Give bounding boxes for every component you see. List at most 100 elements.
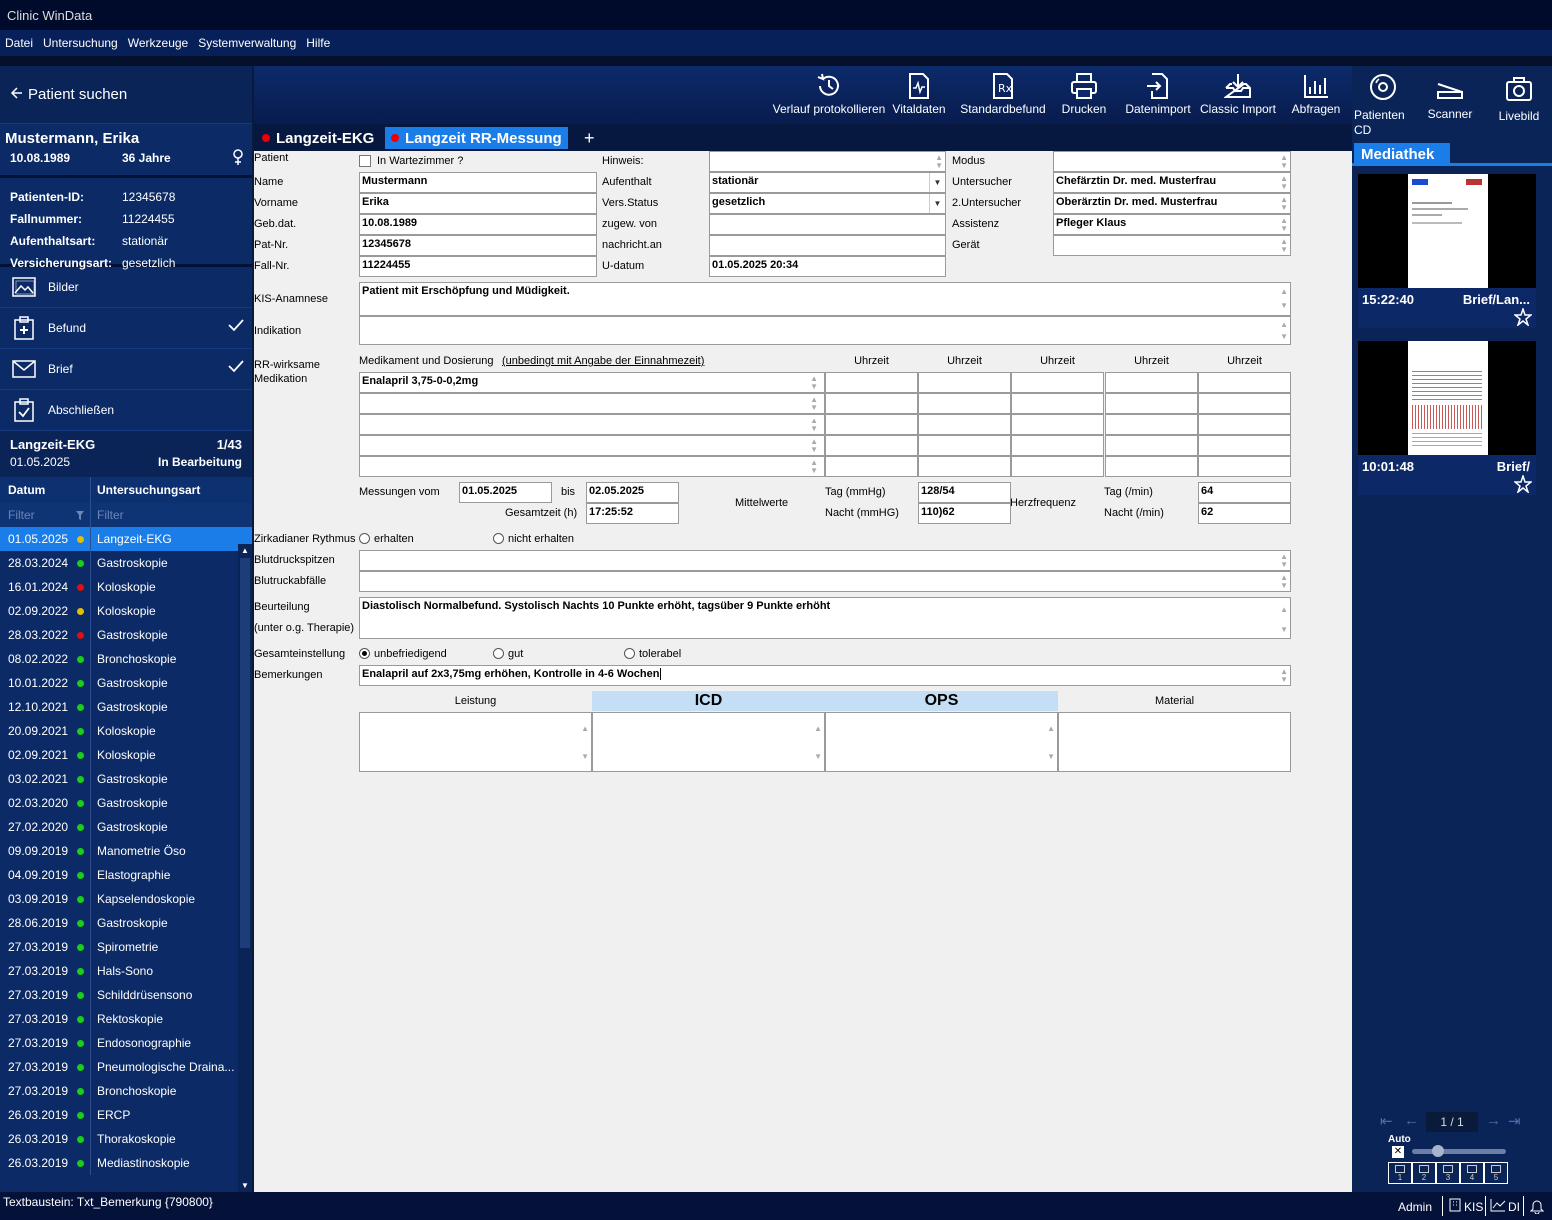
indikation-field[interactable]: ▲ ▼ (359, 316, 1291, 345)
messung-bis-field[interactable]: 02.05.2025 (586, 482, 679, 503)
classic-import-button[interactable]: Classic Import (1198, 66, 1278, 124)
bemerkungen-field[interactable]: Enalapril auf 2x3,75mg erhöhen, Kontroll… (359, 665, 1291, 686)
medication-field[interactable]: ▲ ▼ (359, 393, 825, 414)
col-untersuchungsart[interactable]: Untersuchungsart (90, 477, 252, 503)
untersucher-field[interactable]: Chefärztin Dr. med. Musterfrau ▲ ▼ (1053, 172, 1291, 193)
wartezimmer-checkbox[interactable] (359, 155, 371, 167)
layout-slot[interactable]: 5 (1484, 1162, 1508, 1184)
tag-min-field[interactable]: 64 (1198, 482, 1291, 503)
uhrzeit-field[interactable] (1198, 393, 1291, 414)
radio-gut[interactable]: gut (493, 648, 523, 660)
patienten-cd-button[interactable]: Patienten CD (1354, 66, 1410, 138)
table-row[interactable]: 20.09.2021 Koloskopie (0, 719, 252, 743)
auto-slider[interactable] (1412, 1149, 1506, 1154)
untersucher2-field[interactable]: Oberärztin Dr. med. Musterfrau ▲ ▼ (1053, 193, 1291, 214)
table-row[interactable]: 01.05.2025 Langzeit-EKG (0, 527, 252, 551)
tag-mmhg-field[interactable]: 128/54 (918, 482, 1011, 503)
menu-untersuchung[interactable]: Untersuchung (43, 30, 118, 56)
livebild-button[interactable]: Livebild (1490, 66, 1548, 138)
patient-search-button[interactable]: Patient suchen (0, 66, 252, 124)
nachricht-field[interactable] (709, 235, 946, 256)
versstatus-select[interactable]: gesetzlich ▼ (709, 193, 946, 214)
gebdat-field[interactable]: 10.08.1989 (359, 214, 597, 235)
medication-field[interactable]: ▲ ▼ (359, 456, 825, 477)
table-row[interactable]: 27.02.2020 Gastroskopie (0, 815, 252, 839)
table-row[interactable]: 03.02.2021 Gastroskopie (0, 767, 252, 791)
uhrzeit-field[interactable] (1011, 456, 1104, 477)
drucken-button[interactable]: Drucken (1060, 66, 1108, 124)
nav-brief[interactable]: Brief (0, 349, 252, 390)
fallnr-field[interactable]: 11224455 (359, 256, 597, 277)
ops-field[interactable]: ▲ ▼ (825, 712, 1058, 772)
nacht-mmhg-field[interactable]: 110)62 (918, 503, 1011, 524)
medication-field[interactable]: ▲ ▼ (359, 435, 825, 456)
uhrzeit-field[interactable] (1198, 435, 1291, 456)
table-row[interactable]: 27.03.2019 Hals-Sono (0, 959, 252, 983)
table-row[interactable]: 02.03.2020 Gastroskopie (0, 791, 252, 815)
first-page-icon[interactable]: ⇤ (1380, 1112, 1393, 1130)
layout-slot[interactable]: 2 (1412, 1162, 1436, 1184)
bell-icon[interactable] (1529, 1198, 1545, 1217)
uhrzeit-field[interactable] (1011, 435, 1104, 456)
nacht-min-field[interactable]: 62 (1198, 503, 1291, 524)
table-row[interactable]: 03.09.2019 Kapselendoskopie (0, 887, 252, 911)
radio-tolerabel[interactable]: tolerabel (624, 648, 681, 660)
media-item[interactable]: 15:22:40 Brief/Lan... (1358, 174, 1536, 328)
filter-icon[interactable] (70, 510, 90, 520)
layout-slot[interactable]: 1 (1388, 1162, 1412, 1184)
table-row[interactable]: 27.03.2019 Pneumologische Draina... (0, 1055, 252, 1079)
chevron-down-icon[interactable]: ▼ (929, 173, 945, 192)
uhrzeit-field[interactable] (1105, 435, 1198, 456)
icd-field[interactable]: ▲ ▼ (592, 712, 825, 772)
uhrzeit-field[interactable] (918, 435, 1011, 456)
radio-nicht-erhalten[interactable]: nicht erhalten (493, 533, 574, 545)
tab-mediathek[interactable]: Mediathek (1354, 143, 1450, 166)
table-row[interactable]: 12.10.2021 Gastroskopie (0, 695, 252, 719)
hinweis-field[interactable]: ▲ ▼ (709, 151, 946, 172)
prev-page-icon[interactable]: ← (1404, 1112, 1419, 1129)
chevron-down-icon[interactable]: ▼ (929, 194, 945, 213)
table-row[interactable]: 28.03.2022 Gastroskopie (0, 623, 252, 647)
messung-von-field[interactable]: 01.05.2025 (459, 482, 552, 503)
table-row[interactable]: 02.09.2021 Koloskopie (0, 743, 252, 767)
table-row[interactable]: 26.03.2019 Mediastinoskopie (0, 1151, 252, 1175)
table-row[interactable]: 02.09.2022 Koloskopie (0, 599, 252, 623)
type-filter-input[interactable]: Filter (90, 503, 252, 527)
layout-slot[interactable]: 3 (1436, 1162, 1460, 1184)
table-row[interactable]: 10.01.2022 Gastroskopie (0, 671, 252, 695)
scroll-down-icon[interactable]: ▼ (241, 1181, 249, 1190)
uhrzeit-field[interactable] (1105, 414, 1198, 435)
date-filter-input[interactable]: Filter (0, 508, 70, 522)
table-row[interactable]: 28.03.2024 Gastroskopie (0, 551, 252, 575)
uhrzeit-field[interactable] (918, 414, 1011, 435)
assistenz-field[interactable]: Pfleger Klaus ▲ ▼ (1053, 214, 1291, 235)
geraet-field[interactable]: ▲ ▼ (1053, 235, 1291, 256)
table-row[interactable]: 04.09.2019 Elastographie (0, 863, 252, 887)
table-row[interactable]: 28.06.2019 Gastroskopie (0, 911, 252, 935)
table-row[interactable]: 27.03.2019 Rektoskopie (0, 1007, 252, 1031)
last-page-icon[interactable]: ⇥ (1508, 1112, 1521, 1130)
uhrzeit-field[interactable] (825, 456, 918, 477)
blutdruckabfaelle-field[interactable]: ▲ ▼ (359, 571, 1291, 592)
uhrzeit-field[interactable] (918, 372, 1011, 393)
leistung-field[interactable]: ▲ ▼ (359, 712, 592, 772)
abfragen-button[interactable]: Abfragen (1288, 66, 1344, 124)
uhrzeit-field[interactable] (1198, 456, 1291, 477)
uhrzeit-field[interactable] (918, 456, 1011, 477)
table-row[interactable]: 27.03.2019 Spirometrie (0, 935, 252, 959)
table-row[interactable]: 09.09.2019 Manometrie Öso (0, 839, 252, 863)
uhrzeit-field[interactable] (918, 393, 1011, 414)
list-scrollbar[interactable]: ▲ ▼ (238, 544, 252, 1192)
uhrzeit-field[interactable] (1011, 414, 1104, 435)
media-item[interactable]: 10:01:48 Brief/ (1358, 341, 1536, 495)
uhrzeit-field[interactable] (1011, 372, 1104, 393)
gesamtzeit-field[interactable]: 17:25:52 (586, 503, 679, 524)
vitaldaten-button[interactable]: Vitaldaten (888, 66, 950, 124)
uhrzeit-field[interactable] (1105, 456, 1198, 477)
add-tab-button[interactable]: + (578, 127, 601, 149)
kis-status[interactable]: KIS (1448, 1198, 1483, 1215)
uhrzeit-field[interactable] (1011, 393, 1104, 414)
modus-field[interactable]: ▲ ▼ (1053, 151, 1291, 172)
layout-slot[interactable]: 4 (1460, 1162, 1484, 1184)
table-row[interactable]: 08.02.2022 Bronchoskopie (0, 647, 252, 671)
